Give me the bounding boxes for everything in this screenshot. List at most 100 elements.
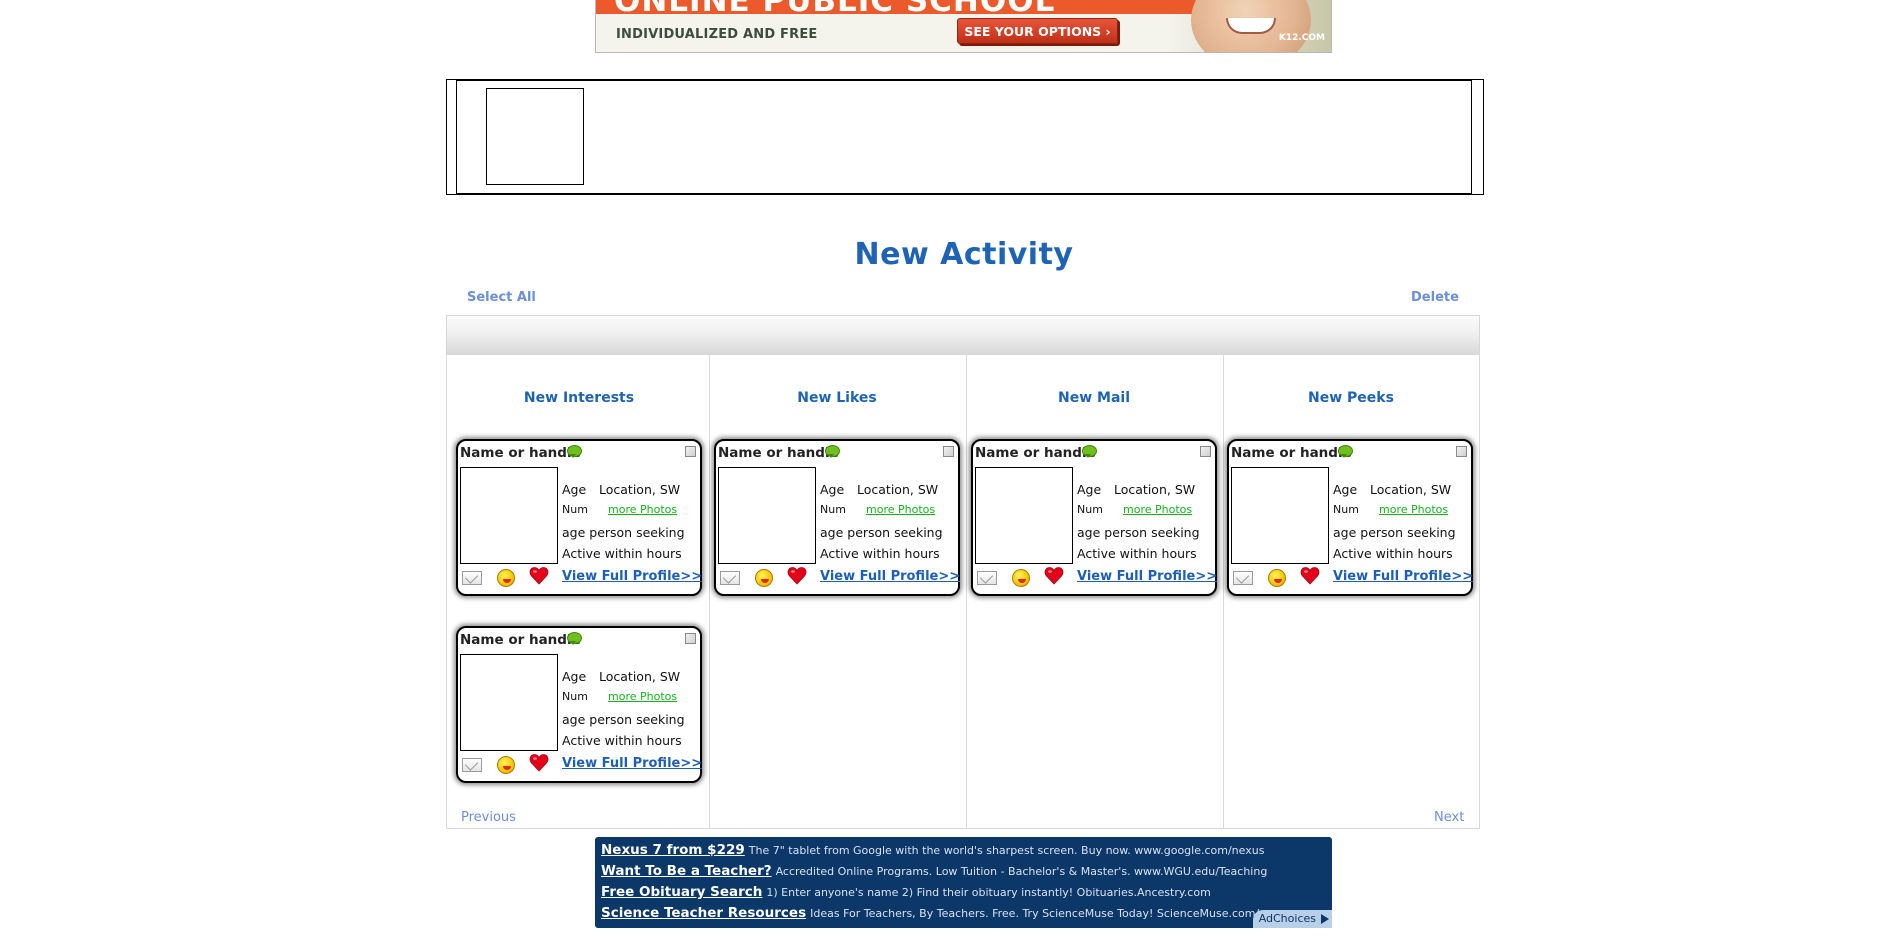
column-divider [966, 354, 967, 828]
wink-icon[interactable] [755, 569, 773, 587]
adchoices-icon [1321, 914, 1329, 924]
profile-seeking: age person seeking [820, 525, 943, 540]
select-checkbox[interactable] [1200, 446, 1211, 457]
text-ad-body: Accredited Online Programs. Low Tuition … [775, 865, 1268, 878]
view-full-profile-link[interactable]: View Full Profile>> [820, 569, 960, 584]
more-photos-link[interactable]: more Photos [608, 690, 677, 703]
profile-photo[interactable] [718, 467, 816, 564]
profile-photo[interactable] [460, 467, 558, 564]
column-title-new-mail: New Mail [1058, 390, 1130, 406]
view-full-profile-link[interactable]: View Full Profile>> [562, 569, 702, 584]
profile-photo[interactable] [1231, 467, 1329, 564]
text-ad-row: Nexus 7 from $229 The 7" tablet from Goog… [601, 842, 1264, 858]
chat-bubble-icon[interactable] [1082, 445, 1097, 458]
view-full-profile-link[interactable]: View Full Profile>> [1333, 569, 1473, 584]
heart-icon[interactable] [1044, 566, 1064, 586]
text-ad-title[interactable]: Want To Be a Teacher? [601, 863, 772, 879]
profile-seeking: age person seeking [1333, 525, 1456, 540]
view-full-profile-link[interactable]: View Full Profile>> [562, 756, 702, 771]
profile-card-likes-1: Name or handle Age Location, SW Num more… [714, 439, 960, 596]
column-title-new-interests: New Interests [523, 390, 635, 406]
profile-activity: Active within hours [820, 546, 940, 561]
profile-activity: Active within hours [562, 733, 682, 748]
select-checkbox[interactable] [1456, 446, 1467, 457]
profile-card-mail-1: Name or handle Age Location, SW Num more… [971, 439, 1217, 596]
column-title-new-likes: New Likes [797, 390, 877, 406]
profile-name[interactable]: Name or handle [460, 632, 581, 648]
text-ad-row: Want To Be a Teacher? Accredited Online P… [601, 863, 1267, 879]
chat-bubble-icon[interactable] [825, 445, 840, 458]
chat-bubble-icon[interactable] [1338, 445, 1353, 458]
profile-photo[interactable] [460, 654, 558, 751]
page-title: New Activity [854, 237, 1074, 272]
chat-bubble-icon[interactable] [567, 445, 582, 458]
profile-name[interactable]: Name or handle [460, 445, 581, 461]
profile-name[interactable]: Name or handle [1231, 445, 1352, 461]
mail-icon[interactable] [1233, 571, 1253, 585]
profile-age: Age [562, 669, 587, 684]
heart-icon[interactable] [529, 566, 549, 586]
wink-icon[interactable] [497, 569, 515, 587]
adchoices-badge[interactable]: AdChoices [1252, 910, 1332, 928]
profile-age: Age [562, 482, 587, 497]
top-banner-ad[interactable]: ONLINE PUBLIC SCHOOL INDIVIDUALIZED AND … [595, 0, 1332, 53]
site-logo-placeholder[interactable] [486, 88, 584, 185]
more-photos-link[interactable]: more Photos [1123, 503, 1192, 516]
text-ad-title[interactable]: Science Teacher Resources [601, 905, 806, 921]
profile-card-interests-2: Name or handle Age Location, SW Num more… [456, 626, 702, 783]
profile-age: Age [1333, 482, 1358, 497]
profile-activity: Active within hours [562, 546, 682, 561]
column-divider [1223, 354, 1224, 828]
delete-link[interactable]: Delete [1411, 290, 1459, 305]
profile-activity: Active within hours [1077, 546, 1197, 561]
profile-photo-count: Num [1333, 503, 1359, 516]
mail-icon[interactable] [977, 571, 997, 585]
profile-card-peeks-1: Name or handle Age Location, SW Num more… [1227, 439, 1473, 596]
next-page-link[interactable]: Next [1434, 810, 1464, 825]
profile-photo-count: Num [562, 503, 588, 516]
profile-seeking: age person seeking [1077, 525, 1200, 540]
ad-tagline: INDIVIDUALIZED AND FREE [616, 27, 818, 42]
text-ad-block: Nexus 7 from $229 The 7" tablet from Goog… [595, 837, 1332, 928]
more-photos-link[interactable]: more Photos [608, 503, 677, 516]
text-ad-body: Ideas For Teachers, By Teachers. Free. T… [810, 907, 1260, 920]
text-ad-title[interactable]: Nexus 7 from $229 [601, 842, 745, 858]
adchoices-label: AdChoices [1258, 912, 1316, 925]
heart-icon[interactable] [1300, 566, 1320, 586]
profile-card-interests-1: Name or handle Age Location, SW Num more… [456, 439, 702, 596]
ad-headline: ONLINE PUBLIC SCHOOL [614, 0, 1056, 19]
select-checkbox[interactable] [943, 446, 954, 457]
header-inner-frame [456, 80, 1472, 194]
view-full-profile-link[interactable]: View Full Profile>> [1077, 569, 1217, 584]
profile-name[interactable]: Name or handle [975, 445, 1096, 461]
select-checkbox[interactable] [685, 446, 696, 457]
heart-icon[interactable] [787, 566, 807, 586]
chat-bubble-icon[interactable] [567, 632, 582, 645]
column-divider [709, 354, 710, 828]
text-ad-row: Science Teacher Resources Ideas For Teach… [601, 905, 1259, 921]
wink-icon[interactable] [497, 756, 515, 774]
more-photos-link[interactable]: more Photos [1379, 503, 1448, 516]
mail-icon[interactable] [462, 571, 482, 585]
profile-photo-count: Num [820, 503, 846, 516]
ad-brand: K12.COM [1278, 33, 1325, 43]
profile-name[interactable]: Name or handle [718, 445, 839, 461]
previous-page-link[interactable]: Previous [461, 810, 516, 825]
heart-icon[interactable] [529, 753, 549, 773]
profile-location: Location, SW [599, 482, 681, 497]
wink-icon[interactable] [1268, 569, 1286, 587]
profile-location: Location, SW [857, 482, 939, 497]
profile-photo[interactable] [975, 467, 1073, 564]
profile-location: Location, SW [599, 669, 681, 684]
text-ad-row: Free Obituary Search 1) Enter anyone's na… [601, 884, 1211, 900]
text-ad-body: The 7" tablet from Google with the world… [748, 844, 1265, 857]
column-title-new-peeks: New Peeks [1308, 390, 1394, 406]
more-photos-link[interactable]: more Photos [866, 503, 935, 516]
ad-cta-button[interactable]: SEE YOUR OPTIONS › [957, 18, 1118, 44]
mail-icon[interactable] [462, 758, 482, 772]
text-ad-title[interactable]: Free Obituary Search [601, 884, 762, 900]
wink-icon[interactable] [1012, 569, 1030, 587]
select-all-link[interactable]: Select All [467, 290, 536, 305]
select-checkbox[interactable] [685, 633, 696, 644]
mail-icon[interactable] [720, 571, 740, 585]
